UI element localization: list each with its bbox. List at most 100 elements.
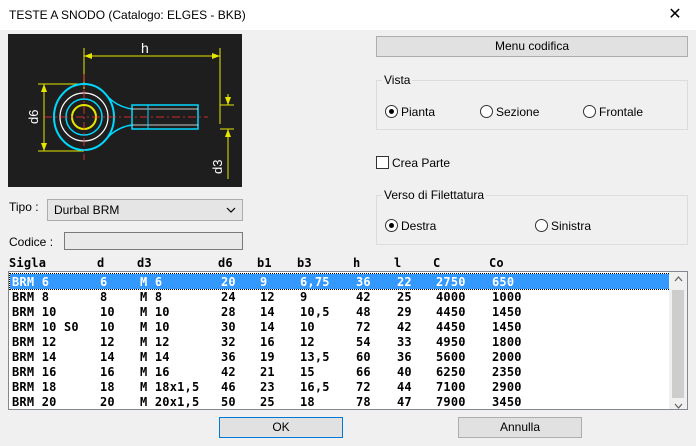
table-row[interactable]: BRM 18 18 M 18x1,5 46 23 16,5 72 44 7100 2900 — [10, 379, 670, 394]
header-l: l — [394, 256, 402, 270]
cell-co: 650 — [492, 275, 515, 289]
menu-codifica-button[interactable]: Menu codifica — [376, 36, 688, 57]
verso-group-title: Verso di Filettatura — [382, 188, 487, 202]
chevron-down-icon[interactable] — [225, 203, 237, 220]
cell-d3: M 18x1,5 — [140, 380, 200, 394]
codice-field[interactable] — [64, 232, 243, 250]
tipo-combobox[interactable]: Durbal BRM — [47, 199, 243, 221]
cell-c: 4450 — [436, 320, 466, 334]
header-b3: b3 — [297, 256, 312, 270]
cell-c: 7900 — [436, 395, 466, 409]
verso-destra-radio[interactable] — [385, 219, 398, 232]
cell-co: 1450 — [492, 320, 522, 334]
cell-c: 4000 — [436, 290, 466, 304]
cell-c: 4950 — [436, 335, 466, 349]
cell-h: 42 — [356, 290, 371, 304]
vista-pianta-label[interactable]: Pianta — [401, 105, 435, 119]
cell-d6: 24 — [221, 290, 236, 304]
cell-h: 36 — [356, 275, 371, 289]
close-icon[interactable]: ✕ — [660, 4, 690, 26]
table-row[interactable]: BRM 6 6 M 6 20 9 6,75 36 22 2750 650 — [9, 273, 671, 290]
cell-c: 2750 — [436, 275, 466, 289]
cell-b1: 25 — [260, 395, 275, 409]
rod-end-preview: h d6 d3 — [8, 34, 242, 187]
cell-sigla: BRM 12 — [12, 335, 57, 349]
dim-d3-label: d3 — [210, 160, 225, 174]
cell-co: 1000 — [492, 290, 522, 304]
scroll-up-icon[interactable] — [674, 275, 683, 285]
cell-b3: 16,5 — [300, 380, 330, 394]
cell-d3: M 16 — [140, 365, 170, 379]
cell-d3: M 20x1,5 — [140, 395, 200, 409]
cell-d: 14 — [100, 350, 115, 364]
crea-parte-label[interactable]: Crea Parte — [392, 156, 450, 170]
cell-b1: 14 — [260, 305, 275, 319]
table-row[interactable]: BRM 16 16 M 16 42 21 15 66 40 6250 2350 — [10, 364, 670, 379]
cell-co: 3450 — [492, 395, 522, 409]
header-d: d — [97, 256, 105, 270]
cell-l: 40 — [397, 365, 412, 379]
verso-sinistra-label[interactable]: Sinistra — [551, 219, 591, 233]
cell-d6: 36 — [221, 350, 236, 364]
scrollbar-thumb[interactable] — [672, 290, 684, 398]
scroll-down-icon[interactable] — [674, 399, 683, 413]
table-row[interactable]: BRM 12 12 M 12 32 16 12 54 33 4950 1800 — [10, 334, 670, 349]
cell-d: 8 — [100, 290, 108, 304]
table-row[interactable]: BRM 20 20 M 20x1,5 50 25 18 78 47 7900 3450 — [10, 394, 670, 409]
cell-l: 25 — [397, 290, 412, 304]
vista-sezione-radio[interactable] — [480, 105, 493, 118]
cell-l: 33 — [397, 335, 412, 349]
tipo-label: Tipo : — [9, 200, 39, 214]
cell-d: 20 — [100, 395, 115, 409]
cell-c: 6250 — [436, 365, 466, 379]
cell-h: 72 — [356, 320, 371, 334]
cell-sigla: BRM 6 — [12, 275, 50, 289]
table-row[interactable]: BRM 10 S0 10 M 10 30 14 10 72 42 4450 1450 — [10, 319, 670, 334]
verso-sinistra-radio[interactable] — [535, 219, 548, 232]
cell-c: 4450 — [436, 305, 466, 319]
cell-d6: 46 — [221, 380, 236, 394]
crea-parte-checkbox[interactable] — [376, 156, 389, 169]
cell-h: 48 — [356, 305, 371, 319]
cell-h: 60 — [356, 350, 371, 364]
cell-b1: 23 — [260, 380, 275, 394]
table-row[interactable]: BRM 14 14 M 14 36 19 13,5 60 36 5600 2000 — [10, 349, 670, 364]
table-row[interactable]: BRM 8 8 M 8 24 12 9 42 25 4000 1000 — [10, 289, 670, 304]
vista-frontale-label[interactable]: Frontale — [599, 105, 643, 119]
cell-co: 2350 — [492, 365, 522, 379]
cell-d: 16 — [100, 365, 115, 379]
cell-b1: 12 — [260, 290, 275, 304]
table-row[interactable]: BRM 10 10 M 10 28 14 10,5 48 29 4450 1450 — [10, 304, 670, 319]
cell-d6: 30 — [221, 320, 236, 334]
vista-sezione-label[interactable]: Sezione — [496, 105, 539, 119]
catalog-listbox[interactable]: BRM 66M 6 20 9 6,75 36 22 2750 650 BRM 88M 8 24 12… — [8, 271, 688, 410]
cell-co: 1450 — [492, 305, 522, 319]
cell-h: 78 — [356, 395, 371, 409]
cell-d6: 42 — [221, 365, 236, 379]
cell-d6: 32 — [221, 335, 236, 349]
vista-frontale-radio[interactable] — [583, 105, 596, 118]
cell-b3: 12 — [300, 335, 315, 349]
cell-l: 36 — [397, 350, 412, 364]
ok-button[interactable]: OK — [219, 417, 343, 438]
tipo-value: Durbal BRM — [54, 203, 120, 217]
cell-d3: M 8 — [140, 290, 163, 304]
cell-b3: 15 — [300, 365, 315, 379]
dim-d6-label: d6 — [26, 110, 41, 124]
cell-d: 6 — [100, 275, 108, 289]
cell-d3: M 10 — [140, 320, 170, 334]
cell-c: 5600 — [436, 350, 466, 364]
cell-co: 2000 — [492, 350, 522, 364]
header-d6: d6 — [218, 256, 233, 270]
cell-l: 42 — [397, 320, 412, 334]
cell-b3: 9 — [300, 290, 308, 304]
cell-b1: 9 — [260, 275, 268, 289]
verso-destra-label[interactable]: Destra — [401, 219, 436, 233]
cell-h: 66 — [356, 365, 371, 379]
annulla-button[interactable]: Annulla — [458, 417, 582, 438]
table-header: Sigla d d3 d6 b1 b3 h l C Co — [9, 256, 689, 270]
cell-d6: 28 — [221, 305, 236, 319]
cell-d: 12 — [100, 335, 115, 349]
vista-pianta-radio[interactable] — [385, 105, 398, 118]
cell-co: 2900 — [492, 380, 522, 394]
